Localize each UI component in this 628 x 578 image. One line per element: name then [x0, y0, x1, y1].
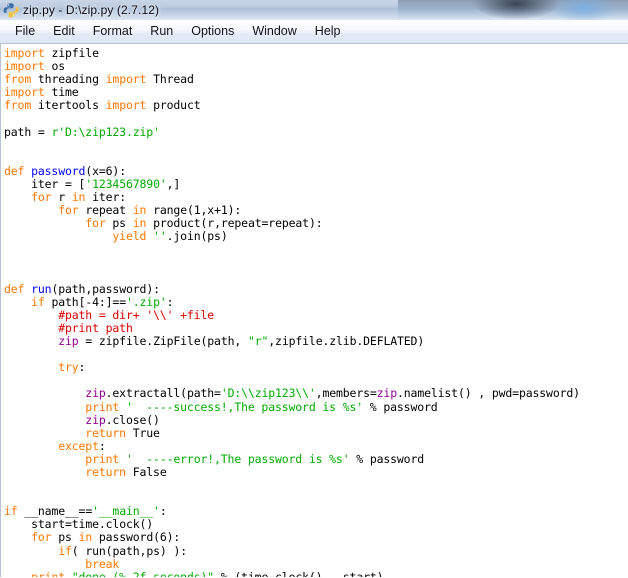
- menu-item-options[interactable]: Options: [182, 22, 243, 41]
- code-line[interactable]: yield ''.join(ps): [4, 230, 627, 243]
- code-line[interactable]: def run(path,password):: [4, 282, 627, 296]
- code-line[interactable]: from itertools import product: [4, 99, 627, 112]
- idle-editor-window: zip.py - D:\zip.py (2.7.12) File Edit Fo…: [0, 0, 628, 578]
- menu-item-file[interactable]: File: [6, 22, 44, 41]
- window-title: zip.py - D:\zip.py (2.7.12): [23, 3, 160, 17]
- menu-bar: File Edit Format Run Options Window Help: [0, 20, 628, 44]
- code-editor[interactable]: import zipfile import os from threading im…: [0, 44, 628, 577]
- code-line[interactable]: path = r'D:\zip123.zip': [4, 125, 627, 139]
- menu-item-edit[interactable]: Edit: [44, 22, 84, 41]
- menu-item-run[interactable]: Run: [141, 22, 182, 41]
- code-line[interactable]: print "done (%.2f seconds)" % (time.cloc…: [4, 570, 627, 577]
- code-line[interactable]: [4, 257, 627, 270]
- code-line[interactable]: import zipfile: [4, 46, 627, 60]
- code-line[interactable]: try:: [4, 361, 627, 374]
- code-line[interactable]: from threading import Thread: [4, 73, 627, 86]
- code-line[interactable]: [4, 348, 627, 361]
- menu-item-help[interactable]: Help: [306, 22, 350, 41]
- code-line[interactable]: [4, 139, 627, 152]
- python-idle-icon: [3, 2, 19, 18]
- menu-item-format[interactable]: Format: [84, 22, 142, 41]
- code-line[interactable]: return False: [4, 465, 627, 479]
- code-line[interactable]: [4, 243, 627, 256]
- code-line[interactable]: zip = zipfile.ZipFile(path, "r",zipfile.…: [4, 334, 627, 348]
- code-text[interactable]: import zipfile import os from threading im…: [4, 46, 627, 577]
- title-bar[interactable]: zip.py - D:\zip.py (2.7.12): [0, 0, 628, 20]
- menu-item-window[interactable]: Window: [243, 22, 305, 41]
- code-line[interactable]: [4, 479, 627, 492]
